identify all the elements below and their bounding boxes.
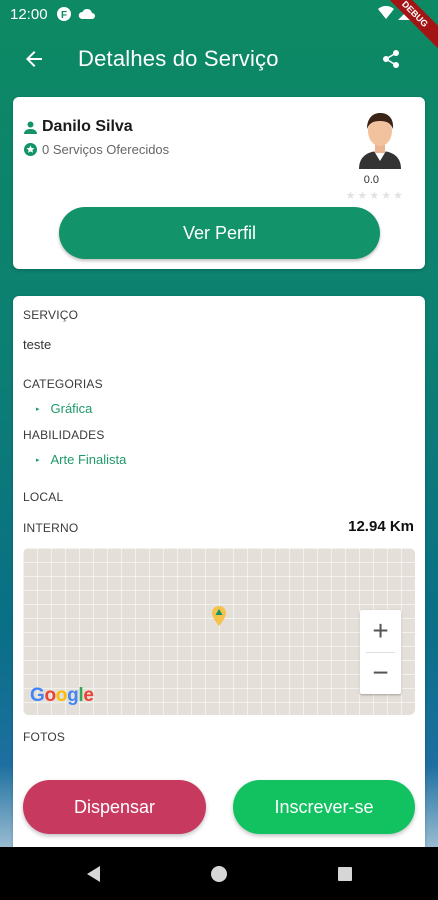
- zoom-out-button[interactable]: −: [360, 652, 401, 694]
- provider-card: Danilo Silva 0 Serviços Oferecidos 0.0 ★…: [13, 97, 425, 269]
- nav-recents-button[interactable]: [334, 863, 356, 885]
- share-icon: [383, 50, 399, 68]
- provider-name: Danilo Silva: [42, 118, 133, 135]
- star-icon: ★: [393, 190, 403, 202]
- star-icon: ★: [381, 190, 392, 202]
- zoom-controls: + −: [360, 610, 401, 694]
- cloud-icon: [78, 8, 95, 19]
- location-type: INTERNO: [23, 521, 79, 535]
- distance-value: 12.94 Km: [348, 518, 414, 535]
- circle-home-icon: [211, 866, 227, 882]
- rating-stars: ★ ★ ★ ★ ★: [346, 189, 403, 202]
- triangle-back-icon: [87, 866, 100, 882]
- status-bar: 12:00 F DEBUG: [0, 0, 438, 52]
- app-notification-icon: F: [56, 7, 71, 21]
- skills-label: HABILIDADES: [23, 428, 105, 442]
- bullet-icon: ▸: [36, 456, 40, 464]
- photos-label: FOTOS: [23, 730, 66, 744]
- nav-home-button[interactable]: [208, 863, 230, 885]
- svg-text:F: F: [61, 10, 67, 21]
- avatar: [355, 107, 405, 169]
- square-recents-icon: [338, 867, 352, 881]
- status-time: 12:00: [10, 5, 48, 23]
- skill-item: ▸ Arte Finalista: [36, 452, 126, 467]
- system-nav-bar: [0, 847, 438, 900]
- nav-back-button[interactable]: [82, 863, 104, 885]
- back-button[interactable]: [16, 41, 52, 77]
- view-profile-button[interactable]: Ver Perfil: [59, 207, 380, 259]
- dismiss-button[interactable]: Dispensar: [23, 780, 206, 834]
- star-icon: ★: [357, 190, 368, 202]
- app-bar: Detalhes do Serviço: [0, 28, 438, 90]
- map-view[interactable]: + − Google: [23, 548, 415, 715]
- service-label: SERVIÇO: [23, 308, 79, 322]
- bullet-icon: ▸: [36, 405, 40, 413]
- map-pin-icon[interactable]: [212, 606, 226, 626]
- page-title: Detalhes do Serviço: [78, 46, 279, 71]
- categories-label: CATEGORIAS: [23, 377, 103, 391]
- services-offered: 0 Serviços Oferecidos: [42, 142, 170, 157]
- google-logo: Google: [30, 685, 94, 706]
- service-details-card: SERVIÇO teste CATEGORIAS ▸ Gráfica HABIL…: [13, 296, 425, 856]
- category-label: Gráfica: [50, 401, 93, 416]
- subscribe-button[interactable]: Inscrever-se: [233, 780, 415, 834]
- skill-label: Arte Finalista: [50, 452, 127, 467]
- wifi-icon: [378, 6, 394, 19]
- arrow-back-icon: [26, 51, 42, 67]
- category-item: ▸ Gráfica: [36, 401, 92, 416]
- service-value: teste: [23, 337, 52, 352]
- star-icon: ★: [369, 190, 380, 202]
- star-icon: ★: [345, 190, 356, 202]
- local-label: LOCAL: [23, 490, 64, 504]
- star-badge-icon: [24, 143, 37, 156]
- rating-value: 0.0: [363, 174, 379, 186]
- share-button[interactable]: [374, 42, 408, 76]
- zoom-in-button[interactable]: +: [360, 610, 401, 652]
- person-icon: [24, 121, 37, 134]
